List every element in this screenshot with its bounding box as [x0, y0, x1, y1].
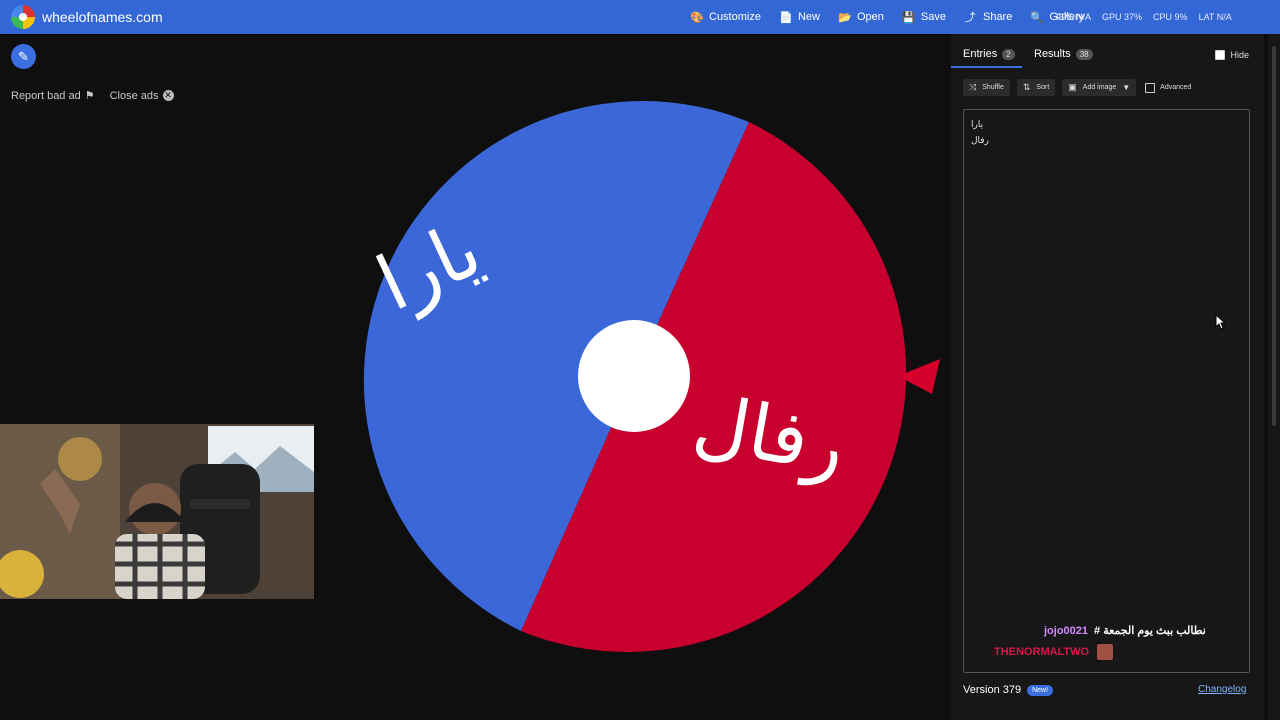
shuffle-button[interactable]: ⤨ Shuffle	[963, 79, 1010, 96]
panel-tabs: Entries 2 Results 38 Hide	[951, 34, 1264, 68]
flag-icon: ⚑	[84, 90, 95, 102]
streamer-webcam	[0, 424, 314, 599]
chevron-down-icon: ▼	[1122, 83, 1131, 92]
emote-icon	[1097, 644, 1114, 660]
entries-panel: Entries 2 Results 38 Hide ⤨ Shuffle ⇅ So…	[951, 34, 1264, 720]
sort-icon: ⇅	[1022, 82, 1031, 92]
search-icon: 🔍	[1030, 11, 1045, 24]
chat-username: jojo0021	[1044, 624, 1089, 637]
save-icon: 💾	[901, 11, 916, 24]
shuffle-icon: ⤨	[969, 82, 977, 92]
brand-link[interactable]: wheelofnames.com	[11, 5, 163, 29]
file-icon: 📄	[778, 11, 793, 24]
menu-label: New	[797, 11, 820, 23]
entries-count-badge: 2	[1002, 48, 1015, 60]
folder-open-icon: 📂	[837, 11, 852, 24]
stat-readout: GPU 37%	[1102, 12, 1143, 22]
pencil-icon: ✎	[18, 48, 29, 64]
share-icon: ⤴	[964, 12, 976, 24]
stat-readout: LAT N/A	[1198, 12, 1232, 22]
hide-toggle[interactable]: Hide	[1215, 50, 1249, 60]
edit-pencil-button[interactable]: ✎	[11, 44, 36, 69]
chat-overlay-line: THENORMALTWO	[994, 644, 1114, 660]
menu-open-button[interactable]: 📂 Open	[838, 11, 884, 24]
main-menu: 🎨 Customize 📄 New 📂 Open 💾 Save ⤴ Share 🔍 Gallery	[690, 0, 1102, 34]
wheel-center-hub[interactable]	[578, 320, 690, 432]
tab-results[interactable]: Results 38	[1034, 48, 1093, 60]
report-bad-ad-link[interactable]: Report bad ad	[11, 90, 81, 102]
entries-toolbar: ⤨ Shuffle ⇅ Sort ▣ Add image ▼ Advanced	[963, 79, 1191, 96]
palette-icon: 🎨	[690, 11, 704, 24]
entry-line: رفال	[971, 135, 989, 145]
chat-overlay-line: jojo0021 # نطالب ببث يوم الجمعة	[1044, 624, 1206, 638]
results-count-badge: 38	[1075, 48, 1093, 60]
new-badge: New!	[1027, 684, 1054, 696]
top-navbar: wheelofnames.com 🎨 Customize 📄 New 📂 Open 💾 Sav…	[0, 0, 1280, 34]
menu-label: Customize	[709, 11, 761, 23]
close-ads-link[interactable]: Close ads	[110, 90, 159, 102]
close-circle-icon[interactable]: ✕	[162, 90, 174, 101]
stat-readout: FPS N/A	[1056, 12, 1092, 22]
chat-username: THENORMALTWO	[994, 646, 1090, 658]
scrollbar-thumb[interactable]	[1272, 46, 1276, 426]
menu-customize-button[interactable]: 🎨 Customize	[690, 11, 761, 24]
changelog-link[interactable]: Changelog	[1198, 684, 1246, 695]
version-info: Version 379 New!	[963, 684, 1054, 696]
advanced-toggle[interactable]: Advanced	[1145, 82, 1191, 93]
active-tab-indicator	[951, 66, 1022, 68]
menu-label: Save	[920, 11, 946, 23]
wheel-logo-icon	[11, 5, 35, 29]
chat-message: # نطالب ببث يوم الجمعة	[1094, 625, 1206, 637]
entry-line: يارا	[971, 119, 984, 129]
ad-controls: Report bad ad ⚑ Close ads ✕	[11, 89, 174, 102]
spin-wheel[interactable]: يارا رفال	[340, 80, 950, 680]
entries-textarea[interactable]: يارا رفال jojo0021 # نطالب ببث يوم الجمع…	[963, 109, 1250, 673]
tab-entries[interactable]: Entries 2	[963, 48, 1015, 60]
advanced-checkbox[interactable]	[1145, 82, 1156, 93]
mouse-cursor-icon	[1215, 314, 1227, 330]
add-image-button[interactable]: ▣ Add image ▼	[1062, 79, 1137, 96]
performance-overlay: FPS N/A GPU 37% CPU 9% LAT N/A	[1056, 0, 1243, 34]
brand-name: wheelofnames.com	[42, 9, 163, 25]
menu-share-button[interactable]: ⤴ Share	[964, 9, 1012, 25]
page-scrollbar[interactable]	[1268, 34, 1280, 720]
menu-label: Open	[856, 11, 884, 23]
stat-readout: CPU 9%	[1153, 12, 1188, 22]
menu-new-button[interactable]: 📄 New	[779, 11, 820, 24]
menu-label: Share	[982, 11, 1013, 23]
sort-button[interactable]: ⇅ Sort	[1016, 79, 1056, 96]
image-icon: ▣	[1068, 82, 1077, 92]
menu-save-button[interactable]: 💾 Save	[902, 11, 946, 24]
hide-checkbox[interactable]	[1215, 50, 1226, 60]
